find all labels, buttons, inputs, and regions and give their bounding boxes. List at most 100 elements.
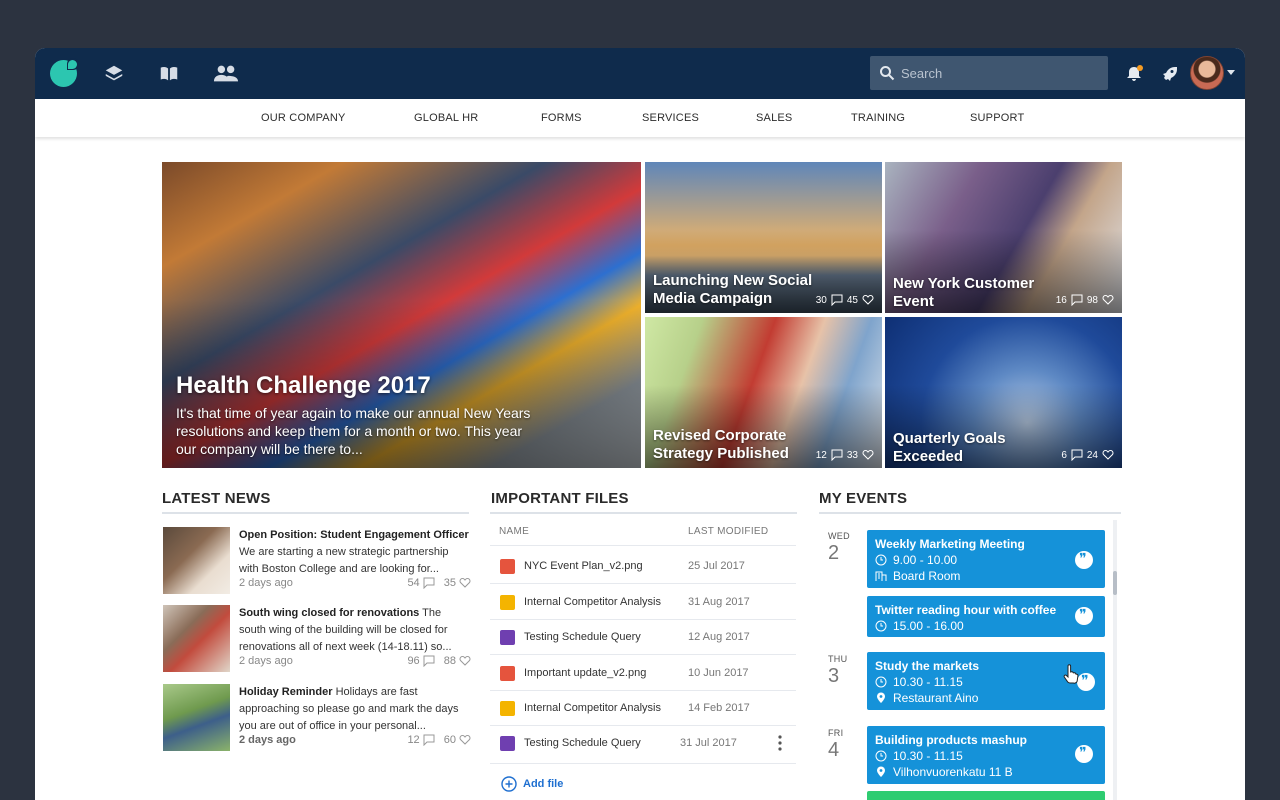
menu-item-services[interactable]: SERVICES [642,112,699,124]
menu-item-our-company[interactable]: OUR COMPANY [261,112,346,124]
event-card-partial[interactable] [867,791,1105,800]
slides-file-icon [500,701,515,716]
like-count: 33 [846,449,858,461]
file-row[interactable]: NYC Event Plan_v2.png 25 Jul 2017 [490,549,796,584]
day-label: THU 3 [828,654,847,688]
file-row[interactable]: Internal Competitor Analysis 14 Feb 2017 [490,691,796,726]
event-card[interactable]: Weekly Marketing Meeting 9.00 - 10.00 Bo… [867,530,1105,588]
comment-icon [423,734,435,746]
event-title: Building products mashup [875,733,1027,747]
notification-dot [1137,65,1143,71]
comment-count: 12 [815,449,827,461]
heart-icon [1102,295,1114,305]
user-avatar[interactable] [1190,56,1224,90]
events-scrollbar-track[interactable] [1113,520,1117,800]
hand-cursor-icon [1063,664,1079,684]
file-name: Important update_v2.png [524,667,647,679]
news-item[interactable]: South wing closed for renovations The so… [163,605,471,675]
news-tile-social-media[interactable]: Launching New Social Media Campaign 30 45 [645,162,882,313]
divider [490,545,796,546]
event-card[interactable]: Building products mashup 10.30 - 11.15 V… [867,726,1105,784]
notifications-bell-icon[interactable] [1125,65,1143,83]
like-count: 24 [1086,449,1098,461]
rocket-icon[interactable] [1160,65,1178,83]
news-item[interactable]: Open Position: Student Engagement Office… [163,527,471,597]
news-tile-corporate-strategy[interactable]: Revised Corporate Strategy Published 12 3… [645,317,882,468]
heart-icon [862,450,874,460]
news-thumbnail [163,527,230,594]
search-box[interactable] [870,56,1108,90]
hero-news-tile[interactable]: Health Challenge 2017 It's that time of … [162,162,641,468]
file-date: 31 Aug 2017 [688,596,750,608]
column-header-last-modified[interactable]: LAST MODIFIED [688,526,768,537]
latest-news-title: LATEST NEWS [162,490,271,507]
hangouts-icon[interactable] [1075,607,1093,625]
menu-item-support[interactable]: SUPPORT [970,112,1024,124]
file-row[interactable]: Testing Schedule Query 12 Aug 2017 [490,620,796,655]
comment-count: 12 [407,734,420,746]
heart-icon [862,295,874,305]
news-age: 2 days ago [239,577,293,589]
more-options-icon[interactable] [778,735,782,751]
column-header-name[interactable]: NAME [499,526,529,537]
menu-item-training[interactable]: TRAINING [851,112,905,124]
book-icon[interactable] [158,63,180,85]
hangouts-icon[interactable] [1077,673,1095,691]
clock-icon [875,554,887,566]
location-pin-icon [877,766,885,777]
menu-item-forms[interactable]: FORMS [541,112,582,124]
divider [162,512,469,514]
heart-icon [459,578,471,588]
clock-icon [875,676,887,688]
file-row[interactable]: Internal Competitor Analysis 31 Aug 2017 [490,585,796,620]
layers-icon[interactable] [103,63,125,85]
tile-stats: 6 24 [1061,449,1114,461]
event-time: 10.30 - 11.15 [875,675,963,689]
day-number: 3 [828,665,840,687]
event-title: Twitter reading hour with coffee [875,603,1057,617]
people-icon[interactable] [213,63,239,85]
hangouts-icon[interactable] [1075,551,1093,569]
file-name: Internal Competitor Analysis [524,702,661,714]
plus-circle-icon [501,776,517,792]
divider [490,512,797,514]
comment-icon [831,449,843,461]
event-card[interactable]: Twitter reading hour with coffee 15.00 -… [867,596,1105,637]
news-headline: South wing closed for renovations [239,607,420,619]
search-input[interactable] [901,56,1101,90]
event-time: 9.00 - 10.00 [875,553,957,567]
news-tile-new-york-event[interactable]: New York Customer Event 16 98 [885,162,1122,313]
news-text: Open Position: Student Engagement Office… [239,527,471,578]
tile-stats: 12 33 [816,449,874,461]
news-meta: 2 days ago 96 88 [239,655,471,667]
menu-item-global-hr[interactable]: GLOBAL HR [414,112,478,124]
event-location: Board Room [875,569,960,583]
news-age: 2 days ago [239,734,296,746]
event-title: Study the markets [875,659,980,673]
event-time: 15.00 - 16.00 [875,619,964,633]
event-card[interactable]: Study the markets 10.30 - 11.15 Restaura… [867,652,1105,710]
news-item[interactable]: Holiday Reminder Holidays are fast appro… [163,684,471,754]
tile-title: Revised Corporate Strategy Published [653,427,789,462]
file-row[interactable]: Important update_v2.png 10 Jun 2017 [490,656,796,691]
main-menu: OUR COMPANY GLOBAL HR FORMS SERVICES SAL… [35,99,1245,137]
menu-item-sales[interactable]: SALES [756,112,792,124]
day-number: 4 [828,739,840,761]
news-text: South wing closed for renovations The so… [239,605,471,656]
heart-icon [459,735,471,745]
add-file-button[interactable]: Add file [501,776,563,792]
news-headline: Holiday Reminder [239,686,333,698]
hangouts-icon[interactable] [1075,745,1093,763]
news-tile-quarterly-goals[interactable]: Quarterly Goals Exceeded 6 24 [885,317,1122,468]
tile-title: Quarterly Goals Exceeded [893,430,1006,465]
app-window: OUR COMPANY GLOBAL HR FORMS SERVICES SAL… [35,48,1245,800]
heart-icon [459,656,471,666]
file-date: 14 Feb 2017 [688,702,750,714]
tile-stats: 16 98 [1056,294,1114,306]
form-file-icon [500,736,515,751]
chevron-down-icon[interactable] [1227,70,1235,75]
brand-logo[interactable] [50,58,79,87]
file-row[interactable]: Testing Schedule Query 31 Jul 2017 [490,726,796,764]
file-name: NYC Event Plan_v2.png [524,560,643,572]
events-scrollbar-thumb[interactable] [1113,571,1117,595]
